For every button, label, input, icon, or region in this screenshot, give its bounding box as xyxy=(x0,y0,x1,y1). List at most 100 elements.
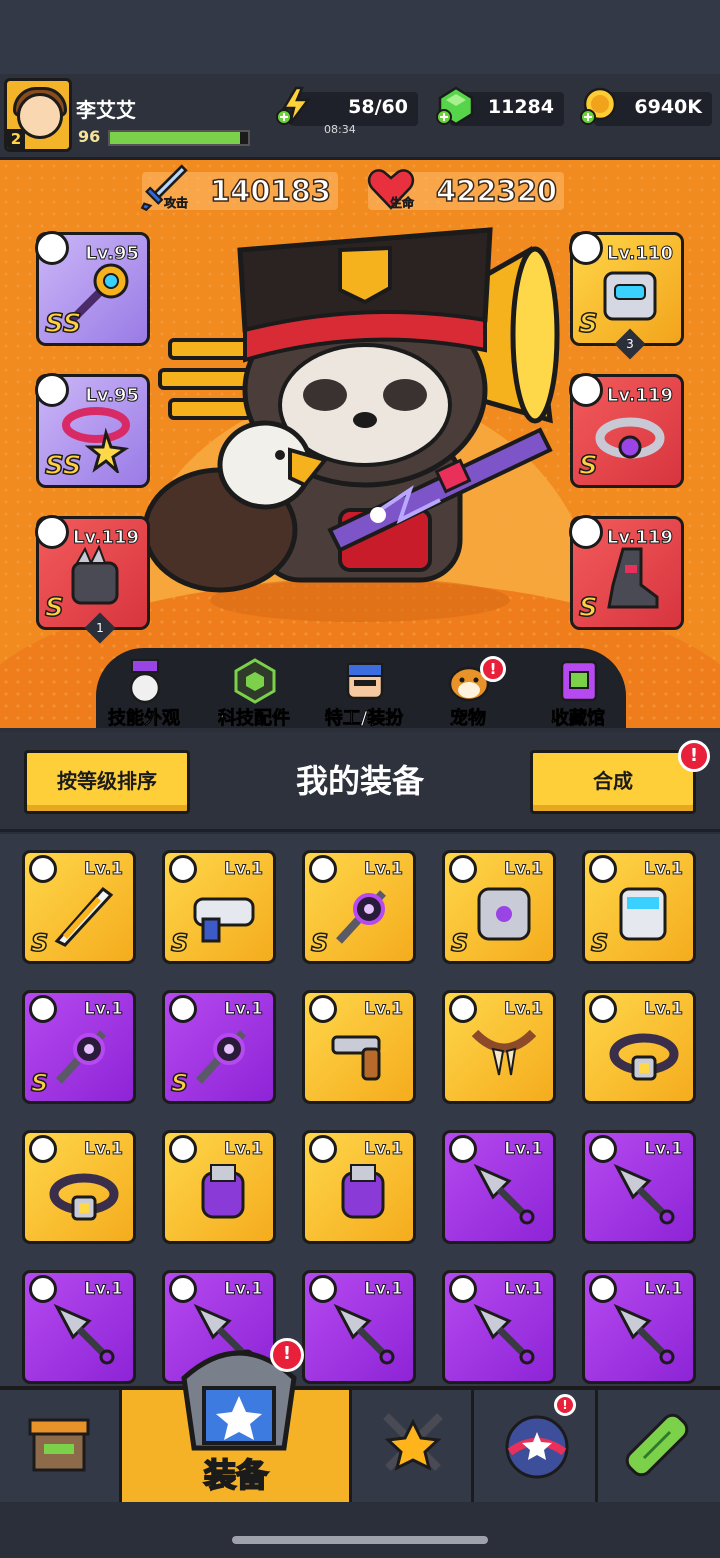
void-staff-icon xyxy=(196,1030,246,1084)
energy-counter[interactable]: 58/60 xyxy=(276,86,418,126)
kunai-icon xyxy=(613,1303,675,1365)
menu-label: 技能外观 xyxy=(108,708,181,730)
equip-grade: SS xyxy=(44,308,82,340)
inventory-item[interactable]: Lv.1 xyxy=(582,1270,696,1384)
weapon-type-icon xyxy=(35,231,69,265)
blaster-icon xyxy=(193,897,255,943)
inventory-item[interactable]: Lv.1 S xyxy=(302,850,416,964)
armor-icon xyxy=(477,887,531,941)
equip-slot-belt[interactable]: Lv.119 S xyxy=(569,373,684,488)
inventory-item[interactable]: Lv.1 S xyxy=(442,850,556,964)
coin-value: 6940K xyxy=(634,96,702,118)
tech-icon xyxy=(234,658,276,704)
belt-icon xyxy=(595,417,665,459)
menu-tech-parts[interactable]: 科技配件 xyxy=(202,658,306,730)
inventory-item[interactable]: Lv.1 S xyxy=(22,990,136,1104)
menu-label: 科技配件 xyxy=(218,708,291,730)
inventory-item[interactable]: Lv.1 xyxy=(22,1270,136,1384)
menu-skill-skin[interactable]: 技能外观 xyxy=(92,658,196,730)
equip-slot-gloves[interactable]: Lv.119 S 1 xyxy=(35,515,150,644)
item-level: Lv.1 xyxy=(224,1279,264,1300)
epaulette xyxy=(158,338,252,420)
inventory-item[interactable]: Lv.1 xyxy=(442,990,556,1104)
attack-value: 140183 xyxy=(209,173,332,209)
equip-slot-weapon[interactable]: Lv.95 SS xyxy=(35,231,150,346)
player-level: 96 xyxy=(78,127,101,146)
inventory-item[interactable]: Lv.1 xyxy=(162,1130,276,1244)
equip-grade: SS xyxy=(44,450,82,482)
nav-tab-talent[interactable] xyxy=(474,1390,598,1502)
item-level: Lv.1 xyxy=(644,1139,684,1160)
inventory-item[interactable]: Lv.1 xyxy=(442,1270,556,1384)
equip-grade: S xyxy=(578,592,598,624)
equip-grade: S xyxy=(578,308,598,340)
officer-cap xyxy=(237,227,493,363)
boot-icon xyxy=(607,547,659,609)
xp-bar xyxy=(108,130,250,146)
player-avatar[interactable]: 2 xyxy=(4,78,72,152)
glove-icon xyxy=(201,1164,245,1219)
sword-icon xyxy=(54,886,114,947)
inventory-item[interactable]: Lv.1 xyxy=(582,990,696,1104)
nav-tab-shop[interactable] xyxy=(0,1390,122,1502)
menu-collection[interactable]: 收藏馆 xyxy=(526,658,630,730)
claw-glove-icon xyxy=(71,545,119,605)
menu-label: 收藏馆 xyxy=(551,708,606,730)
item-level: Lv.1 xyxy=(504,1279,544,1300)
dna-capsule-icon xyxy=(625,1413,689,1477)
necklace-type-icon xyxy=(35,373,69,407)
item-grade: S xyxy=(170,1068,189,1098)
inventory-item[interactable]: Lv.1 S xyxy=(162,850,276,964)
item-level: Lv.1 xyxy=(504,999,544,1020)
inventory-item[interactable]: Lv.1 xyxy=(442,1130,556,1244)
mech-armor-icon xyxy=(603,271,657,321)
system-status-bar xyxy=(0,0,720,74)
nav-tab-battle[interactable] xyxy=(352,1390,474,1502)
belt-type-icon xyxy=(569,373,603,407)
pet-alert-badge: ! xyxy=(480,656,506,682)
item-level: Lv.1 xyxy=(84,999,124,1020)
equip-count: 3 xyxy=(614,328,646,360)
equip-slot-armor[interactable]: Lv.110 S 3 xyxy=(569,231,684,360)
gem-counter[interactable]: 11284 xyxy=(436,86,564,126)
item-grade: S xyxy=(30,1068,49,1098)
home-indicator xyxy=(232,1536,488,1544)
hp-value: 422320 xyxy=(435,173,558,209)
inventory-item[interactable]: Lv.1 xyxy=(582,1130,696,1244)
equipment-alert-badge: ! xyxy=(270,1338,304,1372)
menu-agent-outfit[interactable]: 特工/装扮 xyxy=(312,658,416,730)
merge-button[interactable]: 合成 xyxy=(530,750,696,814)
revolver-icon xyxy=(331,1035,381,1081)
star-orb-icon xyxy=(505,1415,569,1479)
xp-bar-fill xyxy=(110,132,240,144)
inventory-item[interactable]: Lv.1 xyxy=(302,1130,416,1244)
item-grade: S xyxy=(310,928,329,958)
crossed-swords-star-icon xyxy=(383,1413,443,1471)
fang-necklace-icon xyxy=(471,1029,537,1076)
hero-character[interactable] xyxy=(140,210,580,630)
glove-type-icon xyxy=(35,515,69,549)
inventory-item[interactable]: Lv.1 S xyxy=(22,850,136,964)
equip-grade: S xyxy=(578,450,598,482)
void-staff-icon xyxy=(56,1030,106,1084)
item-level: Lv.1 xyxy=(644,859,684,880)
glove-icon xyxy=(341,1164,385,1219)
inventory-item[interactable]: Lv.1 xyxy=(302,1270,416,1384)
sort-by-level-button[interactable]: 按等级排序 xyxy=(24,750,190,814)
equip-slot-necklace[interactable]: Lv.95 SS xyxy=(35,373,150,488)
collection-icon xyxy=(560,660,598,702)
coin-counter[interactable]: 6940K xyxy=(580,87,712,126)
inventory-item[interactable]: Lv.1 xyxy=(22,1130,136,1244)
inventory-item[interactable]: Lv.1 xyxy=(302,990,416,1104)
inventory-item[interactable]: Lv.1 S xyxy=(162,990,276,1104)
item-level: Lv.1 xyxy=(224,859,264,880)
belt-icon xyxy=(609,1033,679,1081)
item-level: Lv.1 xyxy=(364,1139,404,1160)
item-level: Lv.1 xyxy=(364,999,404,1020)
inventory-item[interactable]: Lv.1 S xyxy=(582,850,696,964)
nav-tab-gene[interactable] xyxy=(598,1390,720,1502)
menu-label: 特工/装扮 xyxy=(324,708,404,730)
equip-slot-boots[interactable]: Lv.119 S xyxy=(569,515,684,630)
void-staff-icon xyxy=(336,890,386,944)
skin-icon xyxy=(129,659,161,704)
